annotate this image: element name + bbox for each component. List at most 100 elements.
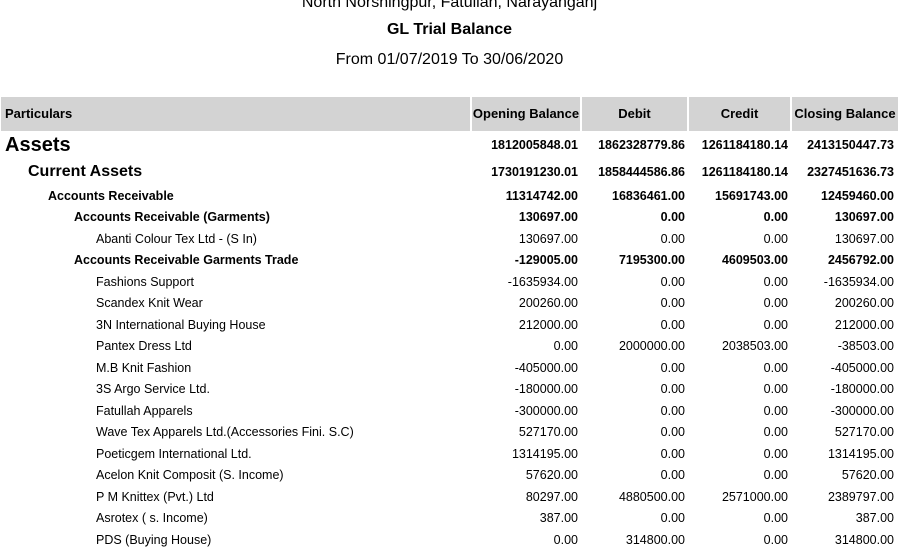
row-debit: 1862328779.86 <box>598 138 685 152</box>
table-row: P M Knittex (Pvt.) Ltd 80297.00 4880500.… <box>1 486 898 508</box>
row-opening-balance: 200260.00 <box>518 296 578 311</box>
row-debit: 0.00 <box>660 511 685 526</box>
row-account-name: Pantex Dress Ltd <box>96 339 192 354</box>
row-account-name: 3S Argo Service Ltd. <box>96 382 210 397</box>
row-opening-balance: 387.00 <box>539 511 578 526</box>
row-opening-balance: 80297.00 <box>525 489 578 504</box>
row-opening-balance: -300000.00 <box>514 403 578 418</box>
row-credit: 0.00 <box>763 210 788 225</box>
table-row: Pantex Dress Ltd 0.00 2000000.00 2038503… <box>1 336 898 358</box>
row-account-name: Poeticgem International Ltd. <box>96 446 252 461</box>
table-row: Asrotex ( s. Income) 387.00 0.00 0.00 38… <box>1 508 898 530</box>
row-opening-balance: 212000.00 <box>518 317 578 332</box>
row-account-name: P M Knittex (Pvt.) Ltd <box>96 489 214 504</box>
row-closing-balance: 527170.00 <box>834 425 894 440</box>
row-opening-balance: 11314742.00 <box>505 188 578 203</box>
row-closing-balance: 387.00 <box>855 511 894 526</box>
row-closing-balance: -300000.00 <box>830 403 894 418</box>
row-credit: 1261184180.14 <box>701 165 788 179</box>
table-header-row: Particulars Opening Balance Debit Credit… <box>1 97 898 131</box>
table-row: Accounts Receivable Garments Trade -1290… <box>1 250 898 272</box>
row-closing-balance: -38503.00 <box>837 339 894 354</box>
row-credit: 0.00 <box>763 317 788 332</box>
row-debit: 16836461.00 <box>612 188 685 203</box>
row-credit: 0.00 <box>763 468 788 483</box>
table-row: Fatullah Apparels -300000.00 0.00 0.00 -… <box>1 400 898 422</box>
row-debit: 1858444586.86 <box>598 165 685 179</box>
row-account-name: Accounts Receivable (Garments) <box>74 210 270 225</box>
row-closing-balance: -405000.00 <box>830 360 894 375</box>
row-account-name: Abanti Colour Tex Ltd - (S In) <box>96 231 257 246</box>
row-debit: 4880500.00 <box>618 489 685 504</box>
table-row: Wave Tex Apparels Ltd.(Accessories Fini.… <box>1 422 898 444</box>
row-account-name: Asrotex ( s. Income) <box>96 511 208 526</box>
row-opening-balance: -1635934.00 <box>507 274 578 289</box>
table-row: 3N International Buying House 212000.00 … <box>1 314 898 336</box>
table-row: Fashions Support -1635934.00 0.00 0.00 -… <box>1 271 898 293</box>
row-opening-balance: 1314195.00 <box>511 446 578 461</box>
row-credit: 0.00 <box>763 425 788 440</box>
table-row: Acelon Knit Composit (S. Income) 57620.0… <box>1 465 898 487</box>
row-account-name: 3N International Buying House <box>96 317 266 332</box>
row-debit: 0.00 <box>660 274 685 289</box>
table-row: Poeticgem International Ltd. 1314195.00 … <box>1 443 898 465</box>
table-row: Accounts Receivable 11314742.00 16836461… <box>1 185 898 207</box>
table-row: Scandex Knit Wear 200260.00 0.00 0.00 20… <box>1 293 898 315</box>
company-address: North Norshingpur, Fatullah, Narayanganj <box>301 0 598 11</box>
table-row: M.B Knit Fashion -405000.00 0.00 0.00 -4… <box>1 357 898 379</box>
row-credit: 0.00 <box>763 382 788 397</box>
row-opening-balance: -405000.00 <box>514 360 578 375</box>
row-closing-balance: 130697.00 <box>834 231 894 246</box>
row-account-name: Current Assets <box>28 163 143 180</box>
table-row: Current Assets 1730191230.01 1858444586.… <box>1 159 898 185</box>
row-account-name: Wave Tex Apparels Ltd.(Accessories Fini.… <box>96 425 354 440</box>
row-opening-balance: 1730191230.01 <box>491 165 578 179</box>
row-debit: 0.00 <box>660 425 685 440</box>
row-credit: 2571000.00 <box>721 489 788 504</box>
row-closing-balance: 2327451636.73 <box>807 165 894 179</box>
row-closing-balance: 2389797.00 <box>827 489 894 504</box>
row-opening-balance: 0.00 <box>553 532 578 547</box>
row-closing-balance: 2413150447.73 <box>807 138 894 152</box>
row-debit: 0.00 <box>660 296 685 311</box>
col-header-opening-balance: Opening Balance <box>472 97 582 131</box>
col-header-credit: Credit <box>689 97 792 131</box>
row-opening-balance: 527170.00 <box>518 425 578 440</box>
col-header-closing-balance: Closing Balance <box>792 97 898 131</box>
row-credit: 0.00 <box>763 511 788 526</box>
row-closing-balance: 12459460.00 <box>821 188 894 203</box>
row-opening-balance: -180000.00 <box>514 382 578 397</box>
row-credit: 1261184180.14 <box>701 138 788 152</box>
row-account-name: PDS (Buying House) <box>96 532 212 547</box>
row-closing-balance: 200260.00 <box>834 296 894 311</box>
row-account-name: Accounts Receivable <box>48 188 174 203</box>
row-credit: 0.00 <box>763 274 788 289</box>
row-closing-balance: -1635934.00 <box>823 274 894 289</box>
row-debit: 0.00 <box>660 446 685 461</box>
report-period: From 01/07/2019 To 30/06/2020 <box>335 51 564 68</box>
row-closing-balance: 1314195.00 <box>827 446 894 461</box>
row-closing-balance: -180000.00 <box>830 382 894 397</box>
table-row: Assets 1812005848.01 1862328779.86 12611… <box>1 131 898 159</box>
row-debit: 0.00 <box>660 382 685 397</box>
row-credit: 4609503.00 <box>721 253 788 268</box>
row-closing-balance: 57620.00 <box>841 468 894 483</box>
row-closing-balance: 314800.00 <box>834 532 894 547</box>
row-account-name: Fatullah Apparels <box>96 403 193 418</box>
row-credit: 15691743.00 <box>715 188 788 203</box>
row-account-name: Scandex Knit Wear <box>96 296 203 311</box>
table-row: Accounts Receivable (Garments) 130697.00… <box>1 207 898 229</box>
row-credit: 0.00 <box>763 446 788 461</box>
table-row: 3S Argo Service Ltd. -180000.00 0.00 0.0… <box>1 379 898 401</box>
row-opening-balance: 57620.00 <box>525 468 578 483</box>
row-opening-balance: 130697.00 <box>518 210 578 225</box>
row-credit: 0.00 <box>763 296 788 311</box>
row-closing-balance: 212000.00 <box>834 317 894 332</box>
row-account-name: Assets <box>5 133 71 156</box>
row-closing-balance: 130697.00 <box>834 210 894 225</box>
row-credit: 0.00 <box>763 231 788 246</box>
row-account-name: M.B Knit Fashion <box>96 360 192 375</box>
row-debit: 0.00 <box>660 360 685 375</box>
col-header-particulars: Particulars <box>1 97 472 131</box>
col-header-debit: Debit <box>582 97 689 131</box>
